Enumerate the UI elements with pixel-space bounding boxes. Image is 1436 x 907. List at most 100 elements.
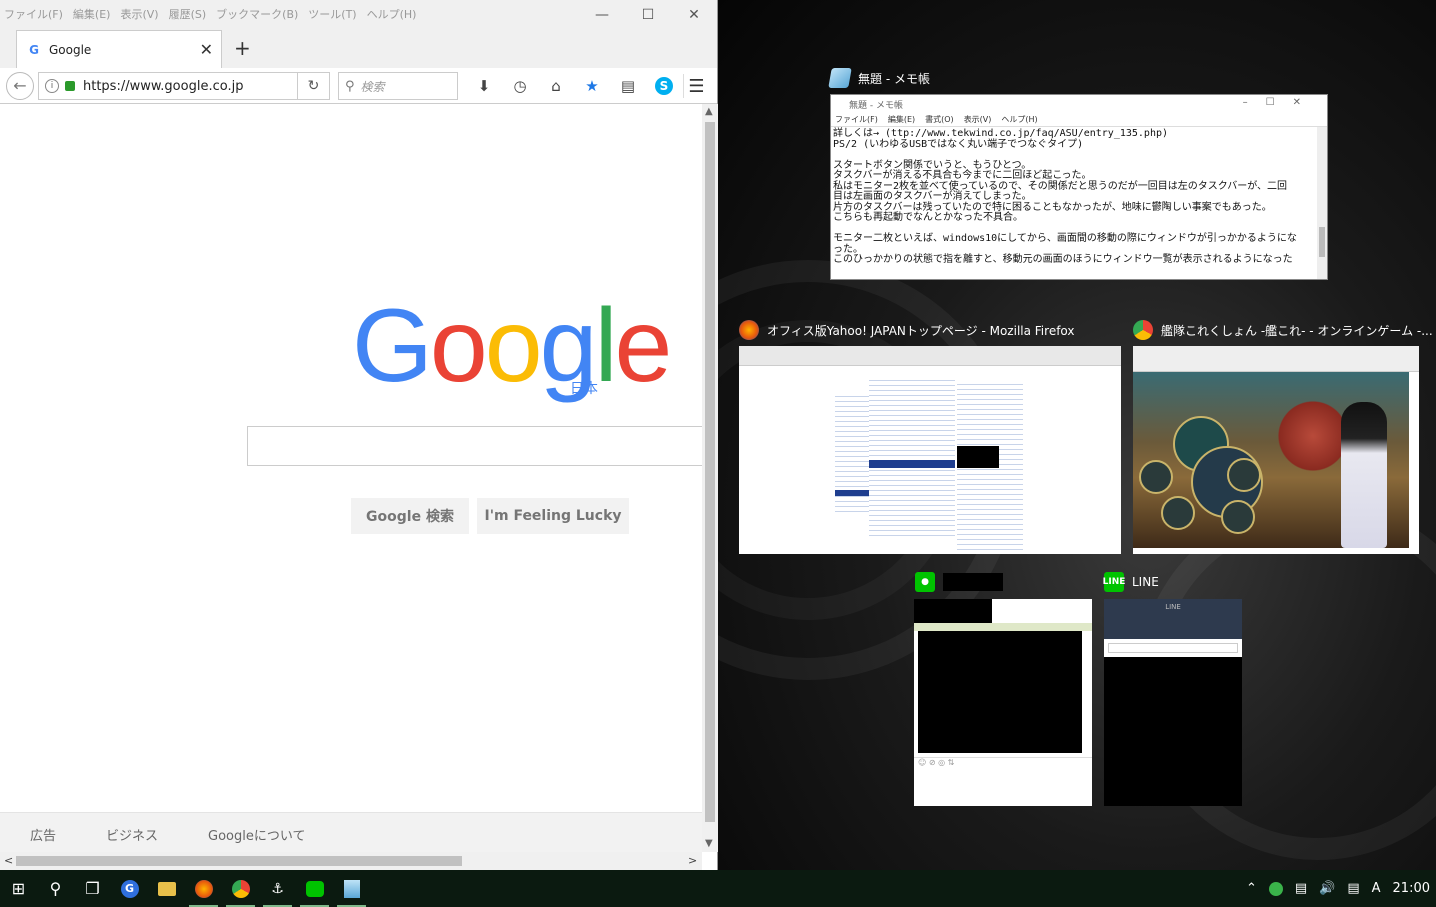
redacted-block	[957, 446, 999, 468]
close-icon[interactable]: ✕	[671, 0, 717, 30]
firefox-taskbar-icon[interactable]	[185, 870, 222, 907]
chevron-up-icon[interactable]: ⌃	[1246, 881, 1257, 896]
toolbar-icons: ⬇ ◷ ⌂ ★ ▤ S	[466, 74, 682, 98]
google-search-input[interactable]	[247, 426, 707, 466]
notepad-window-controls: –☐✕	[1242, 97, 1319, 108]
scroll-left-icon[interactable]: <	[4, 854, 13, 867]
close-tab-icon[interactable]: ✕	[200, 40, 213, 59]
bookmark-star-icon[interactable]: ★	[574, 74, 610, 98]
supply-circle	[1139, 460, 1173, 494]
page-content: Google 日本 Google 検索 I'm Feeling Lucky 広告…	[0, 104, 707, 856]
yahoo-thumbnail[interactable]	[739, 346, 1121, 554]
network-icon[interactable]: ▤	[1295, 881, 1307, 896]
kancolle-caption-text: 艦隊これくしょん -艦これ- - オンラインゲーム -...	[1161, 323, 1433, 338]
tab-title: Google	[49, 42, 92, 57]
google-footer: 広告 ビジネス Googleについて	[0, 812, 702, 856]
search-icon[interactable]: ⚲	[37, 870, 74, 907]
menu-help[interactable]: ヘルプ(H)	[367, 6, 417, 22]
home-icon[interactable]: ⌂	[538, 74, 574, 98]
menu-bar: ファイル(F) 編集(E) 表示(V) 履歴(S) ブックマーク(B) ツール(…	[0, 0, 717, 28]
back-arrow-icon[interactable]: ←	[6, 71, 34, 100]
line-header	[914, 623, 1092, 631]
line-caption[interactable]: LINE LINE	[1103, 572, 1159, 592]
google-search-button[interactable]: Google 検索	[351, 498, 469, 534]
history-clock-icon[interactable]: ◷	[502, 74, 538, 98]
redacted-block	[918, 631, 1082, 753]
notepad-caption-text: 無題 - メモ帳	[858, 71, 930, 86]
menu-tools[interactable]: ツール(T)	[308, 6, 356, 22]
feeling-lucky-button[interactable]: I'm Feeling Lucky	[477, 498, 629, 534]
redacted-name	[943, 573, 1003, 591]
skype-icon[interactable]: S	[655, 77, 673, 95]
footer-link-business[interactable]: ビジネス	[106, 825, 158, 844]
lock-icon	[65, 81, 75, 91]
kancolle-taskbar-icon[interactable]: ⚓	[259, 870, 296, 907]
url-text[interactable]: https://www.google.co.jp	[83, 79, 297, 94]
line-thumbnail[interactable]: LINE	[1104, 599, 1242, 806]
np-menu-help: ヘルプ(H)	[1001, 115, 1038, 124]
tab-google[interactable]: G Google ✕	[16, 30, 222, 68]
notepad-thumbnail[interactable]: 無題 - メモ帳 –☐✕ ファイル(F) 編集(E) 書式(O) 表示(V) ヘ…	[830, 94, 1328, 280]
menu-view[interactable]: 表示(V)	[120, 6, 158, 22]
windows-start-icon[interactable]: ⊞	[0, 870, 37, 907]
menu-bookmarks[interactable]: ブックマーク(B)	[216, 6, 298, 22]
tray-app-icon[interactable]	[1268, 881, 1283, 896]
minimize-icon[interactable]: —	[579, 0, 625, 30]
window-controls: — ☐ ✕	[579, 0, 717, 30]
scroll-thumb[interactable]	[705, 122, 715, 822]
reload-icon[interactable]: ↻	[297, 73, 329, 99]
line-chat-thumbnail[interactable]: ☺ ⊘ ◎ ⇅	[914, 599, 1092, 806]
url-bar[interactable]: i https://www.google.co.jp ↻	[38, 72, 330, 100]
search-icon: ⚲	[345, 78, 355, 94]
download-icon[interactable]: ⬇	[466, 74, 502, 98]
np-menu-file: ファイル(F)	[835, 115, 878, 124]
scroll-up-icon[interactable]: ▲	[705, 106, 713, 117]
redacted-block	[914, 599, 992, 623]
clipboard-icon[interactable]: ▤	[610, 74, 646, 98]
hscroll-thumb[interactable]	[16, 856, 462, 866]
notepad-taskbar-icon[interactable]	[333, 870, 370, 907]
scroll-down-icon[interactable]: ▼	[705, 838, 713, 849]
np-menu-view: 表示(V)	[963, 115, 992, 124]
ime-indicator[interactable]: A	[1372, 881, 1381, 896]
notification-icon[interactable]: ▤	[1347, 881, 1359, 896]
menu-file[interactable]: ファイル(F)	[4, 6, 63, 22]
menu-history[interactable]: 履歴(S)	[169, 6, 207, 22]
character-graphic	[1341, 402, 1387, 548]
task-view-icon[interactable]: ❐	[74, 870, 111, 907]
menu-edit[interactable]: 編集(E)	[73, 6, 111, 22]
navigation-toolbar: ← i https://www.google.co.jp ↻ ⚲ 検索 ⬇ ◷ …	[0, 68, 717, 104]
maximize-icon[interactable]: ☐	[625, 0, 671, 30]
yahoo-thumb-toolbar	[739, 346, 1121, 366]
notepad-caption[interactable]: 無題 - メモ帳	[828, 68, 930, 88]
footer-link-about[interactable]: Googleについて	[208, 825, 305, 844]
vertical-scrollbar[interactable]: ▲ ▼	[702, 104, 718, 852]
taskbar: ⊞ ⚲ ❐ G ⚓ ⌃ ▤ 🔊 ▤ A 21:00	[0, 870, 1436, 907]
info-icon[interactable]: i	[45, 79, 59, 93]
kancolle-thumbnail[interactable]	[1133, 346, 1419, 554]
google-logo: Google	[352, 288, 672, 404]
line-chat-caption[interactable]: ●	[915, 572, 1003, 592]
line-thumb-search	[1108, 643, 1238, 653]
volume-icon[interactable]: 🔊	[1319, 881, 1335, 896]
yahoo-caption[interactable]: オフィス版Yahoo! JAPANトップページ - Mozilla Firefo…	[739, 320, 1075, 340]
search-input[interactable]: ⚲ 検索	[338, 72, 458, 100]
clock[interactable]: 21:00	[1393, 881, 1430, 896]
line-taskbar-icon[interactable]	[296, 870, 333, 907]
yahoo-bar	[835, 490, 869, 496]
scroll-right-icon[interactable]: >	[688, 854, 697, 867]
np-menu-format: 書式(O)	[925, 115, 954, 124]
yahoo-caption-text: オフィス版Yahoo! JAPANトップページ - Mozilla Firefo…	[767, 323, 1075, 338]
new-tab-icon[interactable]: +	[234, 36, 251, 60]
notepad-inner-title: 無題 - メモ帳	[849, 100, 903, 111]
horizontal-scrollbar[interactable]: < >	[0, 852, 702, 870]
line-user-icon: ●	[915, 572, 935, 592]
google-app-icon[interactable]: G	[111, 870, 148, 907]
file-explorer-icon[interactable]	[148, 870, 185, 907]
chrome-thumb-toolbar	[1133, 346, 1419, 372]
kancolle-caption[interactable]: 艦隊これくしょん -艦これ- - オンラインゲーム -...	[1133, 320, 1433, 340]
footer-link-ads[interactable]: 広告	[30, 825, 56, 844]
line-input-bar: ☺ ⊘ ◎ ⇅	[914, 757, 1092, 769]
hamburger-menu-icon[interactable]: ☰	[683, 74, 709, 98]
chrome-taskbar-icon[interactable]	[222, 870, 259, 907]
